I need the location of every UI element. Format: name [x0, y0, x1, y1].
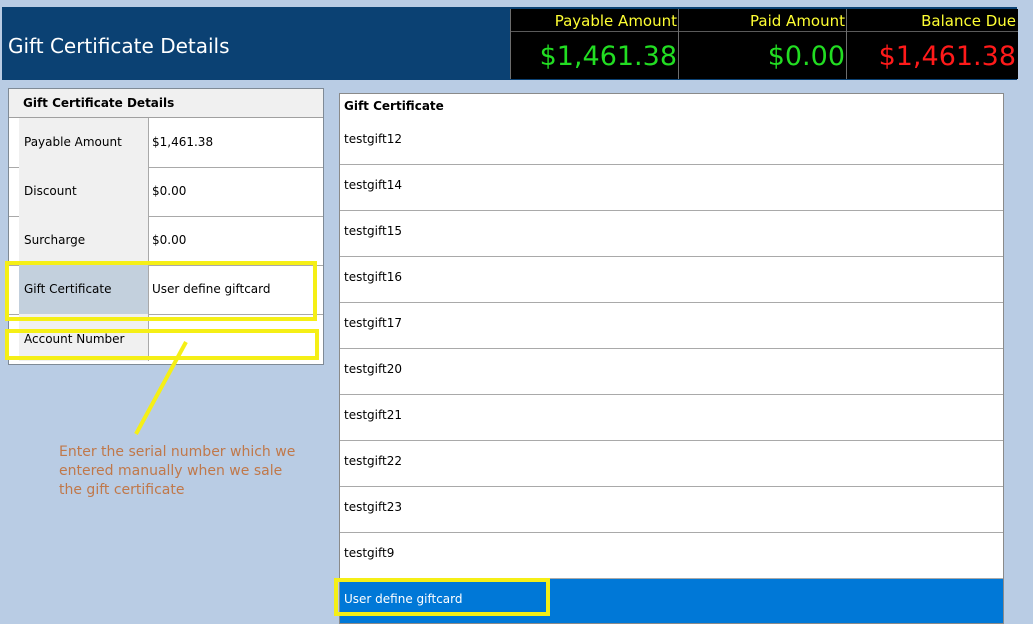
list-item-label: testgift16	[344, 270, 402, 284]
page-title: Gift Certificate Details	[8, 34, 230, 58]
detail-label: Discount	[19, 167, 149, 216]
detail-row-payable-amount: Payable Amount $1,461.38	[9, 118, 323, 168]
list-item-label: testgift20	[344, 362, 402, 376]
list-item[interactable]: testgift12	[340, 119, 1003, 165]
detail-value[interactable]: $0.00	[152, 184, 186, 198]
payable-amount-label: Payable Amount	[554, 12, 677, 30]
highlight-account-number-row	[5, 329, 319, 360]
list-item[interactable]: testgift15	[340, 211, 1003, 257]
list-item-label: testgift15	[344, 224, 402, 238]
gift-certificate-list: Gift Certificate testgift12 testgift14 t…	[339, 93, 1004, 624]
details-panel-header: Gift Certificate Details	[9, 89, 323, 118]
list-item-label: testgift12	[344, 132, 402, 146]
list-item-label: testgift14	[344, 178, 402, 192]
detail-value[interactable]: $0.00	[152, 233, 186, 247]
list-item[interactable]: testgift20	[340, 349, 1003, 395]
highlight-gift-certificate-row	[5, 261, 317, 321]
detail-label: Payable Amount	[19, 118, 149, 167]
detail-label-text: Surcharge	[24, 233, 86, 247]
list-item[interactable]: testgift16	[340, 257, 1003, 303]
detail-row-discount[interactable]: Discount $0.00	[9, 167, 323, 217]
list-item[interactable]: testgift14	[340, 165, 1003, 211]
detail-label-text: Discount	[24, 184, 77, 198]
details-panel: Gift Certificate Details Payable Amount …	[8, 88, 324, 365]
highlight-selected-list-item	[334, 578, 550, 616]
header-bar: Gift Certificate Details Payable Amount …	[2, 7, 1018, 80]
balance-due-label: Balance Due	[921, 12, 1016, 30]
list-item[interactable]: testgift9	[340, 533, 1003, 579]
detail-row-surcharge[interactable]: Surcharge $0.00	[9, 216, 323, 266]
details-panel-title: Gift Certificate Details	[23, 96, 175, 110]
list-item[interactable]: testgift22	[340, 441, 1003, 487]
detail-label: Surcharge	[19, 216, 149, 265]
list-item[interactable]: testgift23	[340, 487, 1003, 533]
detail-label-text: Payable Amount	[24, 135, 122, 149]
list-header: Gift Certificate	[344, 99, 444, 113]
list-item-label: testgift17	[344, 316, 402, 330]
list-item-label: testgift23	[344, 500, 402, 514]
annotation-note: Enter the serial number which we entered…	[59, 444, 296, 498]
list-item[interactable]: testgift17	[340, 303, 1003, 349]
list-item-label: testgift22	[344, 454, 402, 468]
list-item[interactable]: testgift21	[340, 395, 1003, 441]
detail-value: $1,461.38	[152, 135, 214, 149]
list-item-label: testgift9	[344, 546, 395, 560]
balance-due-box: Balance Due $1,461.38	[846, 9, 1018, 79]
paid-amount-box: Paid Amount $0.00	[678, 9, 847, 79]
list-item-label: testgift21	[344, 408, 402, 422]
payable-amount-value: $1,461.38	[539, 41, 677, 72]
paid-amount-label: Paid Amount	[750, 12, 845, 30]
balance-due-value: $1,461.38	[878, 41, 1016, 72]
paid-amount-value: $0.00	[767, 41, 845, 72]
payable-amount-box: Payable Amount $1,461.38	[510, 9, 679, 79]
